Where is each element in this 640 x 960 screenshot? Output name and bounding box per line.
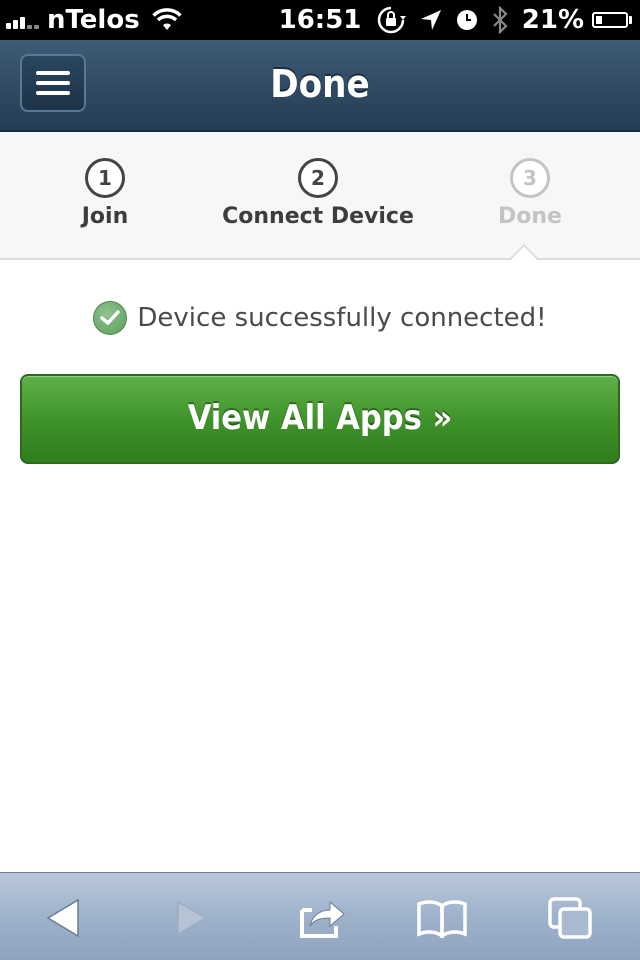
step-done: 3 Done: [420, 158, 640, 229]
success-message: Device successfully connected!: [0, 296, 640, 340]
share-icon[interactable]: [292, 891, 352, 945]
step-number: 3: [510, 158, 550, 198]
step-number: 2: [298, 158, 338, 198]
step-label: Join: [81, 204, 129, 229]
step-label: Done: [498, 204, 562, 229]
app-header: Done: [0, 40, 640, 132]
step-label: Connect Device: [222, 204, 414, 229]
page-title: Done: [270, 62, 370, 106]
browser-toolbar: [0, 872, 640, 960]
bluetooth-icon: [492, 6, 508, 34]
step-number: 1: [85, 158, 125, 198]
back-arrow-icon[interactable]: [34, 891, 94, 945]
view-all-apps-button[interactable]: View All Apps »: [20, 374, 620, 464]
step-join: 1 Join: [0, 158, 215, 229]
rotation-lock-icon: [376, 5, 406, 35]
bookmarks-icon[interactable]: [412, 891, 472, 945]
alarm-clock-icon: [456, 9, 478, 31]
battery-icon: [592, 12, 632, 28]
forward-arrow-icon[interactable]: [162, 891, 222, 945]
step-connect-device: 2 Connect Device: [208, 158, 428, 229]
checkmark-icon: [93, 301, 128, 335]
success-text: Device successfully connected!: [137, 303, 547, 333]
progress-steps: 1 Join 2 Connect Device 3 Done: [0, 132, 640, 260]
battery-level-fill: [596, 16, 602, 24]
tabs-icon[interactable]: [540, 891, 600, 945]
status-bar: nTelos 16:51 21%: [0, 0, 640, 40]
battery-percent: 21%: [521, 5, 584, 35]
location-arrow-icon: [420, 9, 442, 31]
